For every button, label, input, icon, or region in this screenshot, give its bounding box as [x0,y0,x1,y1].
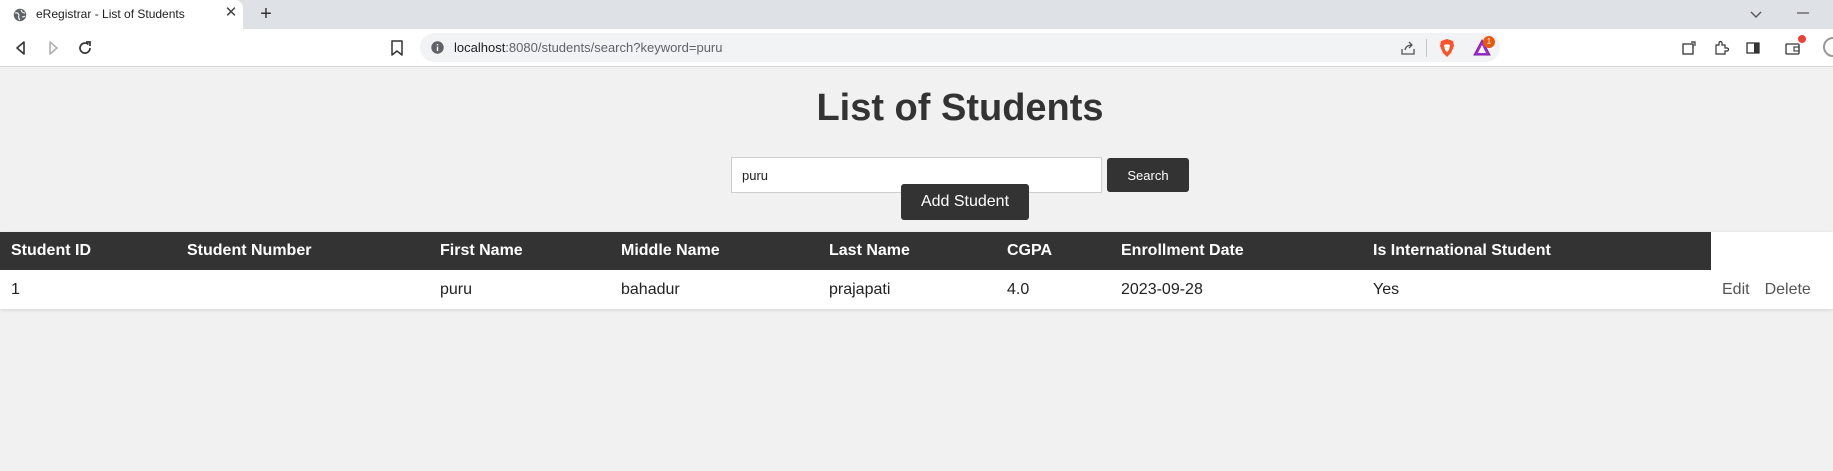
address-bar[interactable]: localhost:8080/students/search?keyword=p… [420,33,1500,62]
add-student-button[interactable]: Add Student [901,184,1029,220]
page-title: List of Students [816,87,1104,129]
students-table: Student ID Student Number First Name Mid… [0,232,1833,309]
back-arrow-icon[interactable] [12,39,30,57]
url-text[interactable]: localhost:8080/students/search?keyword=p… [454,40,722,55]
cell-enrollment-date: 2023-09-28 [1110,270,1362,309]
tab-search-icon[interactable] [1681,40,1697,56]
url-path: :8080/students/search?keyword=puru [505,40,723,55]
column-header-actions [1711,232,1833,270]
search-button[interactable]: Search [1107,158,1189,192]
column-header-student-number: Student Number [176,232,429,270]
wallet-icon[interactable] [1785,40,1801,56]
delete-link[interactable]: Delete [1765,281,1811,298]
divider [1426,39,1427,57]
table-row: 1 puru bahadur prajapati 4.0 2023-09-28 … [0,270,1833,309]
new-tab-button[interactable]: + [256,4,276,24]
sidebar-icon[interactable] [1745,40,1761,56]
tab-title: eRegistrar - List of Students [36,7,185,21]
cell-middle-name: bahadur [610,270,818,309]
column-header-first-name: First Name [429,232,610,270]
cell-last-name: prajapati [818,270,996,309]
url-host: localhost [454,40,506,55]
column-header-last-name: Last Name [818,232,996,270]
cell-first-name: puru [429,270,610,309]
edit-link[interactable]: Edit [1722,281,1750,298]
column-header-cgpa: CGPA [996,232,1110,270]
globe-icon [13,8,27,22]
browser-toolbar: localhost:8080/students/search?keyword=p… [0,29,1833,67]
bookmark-icon[interactable] [389,39,405,57]
extensions-icon[interactable] [1713,40,1729,56]
close-tab-icon[interactable]: ✕ [223,5,239,21]
brave-shield-icon[interactable] [1438,38,1456,58]
table-header-row: Student ID Student Number First Name Mid… [0,232,1833,270]
cell-cgpa: 4.0 [996,270,1110,309]
cell-student-id: 1 [0,270,176,309]
column-header-enrollment-date: Enrollment Date [1110,232,1362,270]
column-header-student-id: Student ID [0,232,176,270]
profile-avatar[interactable] [1823,37,1833,57]
wallet-badge [1798,35,1806,43]
rewards-badge: 1 [1483,36,1495,48]
browser-tab-active[interactable]: eRegistrar - List of Students ✕ [0,0,243,29]
reload-icon[interactable] [76,39,94,57]
info-icon[interactable] [431,41,444,54]
cell-is-international: Yes [1362,270,1711,309]
column-header-is-international: Is International Student [1362,232,1711,270]
browser-tab-strip: eRegistrar - List of Students ✕ + [0,0,1833,29]
page-header: List of Students [0,87,1833,130]
cell-student-number [176,270,429,309]
share-icon[interactable] [1400,40,1416,56]
cell-actions: Edit Delete [1711,270,1833,309]
column-header-middle-name: Middle Name [610,232,818,270]
forward-arrow-icon[interactable] [44,39,62,57]
minimize-window-icon[interactable] [1795,5,1811,21]
chevron-down-icon[interactable] [1748,6,1764,22]
